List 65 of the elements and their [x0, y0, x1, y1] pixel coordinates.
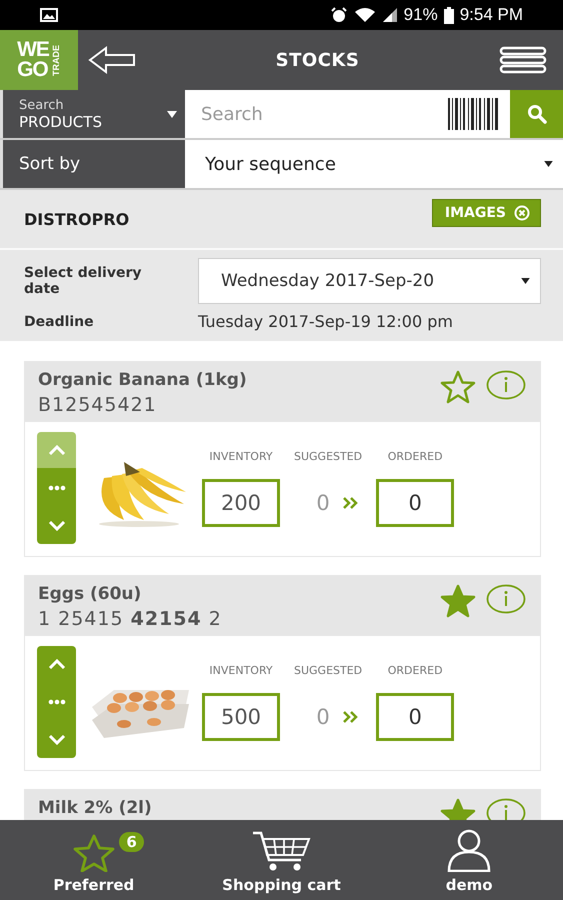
inventory-field[interactable]: 500 [202, 692, 280, 740]
battery-percent: 91% [404, 5, 438, 25]
chevron-down-icon [48, 735, 66, 745]
signal-icon [382, 7, 398, 23]
product-name: Milk 2% (2l) [38, 798, 153, 818]
ordered-field[interactable]: 0 [376, 692, 454, 740]
column-label: SUGGESTED [294, 664, 362, 676]
image-icon [40, 8, 58, 22]
inventory-field[interactable]: 200 [202, 478, 280, 526]
search-icon [526, 104, 546, 124]
double-chevron-icon[interactable] [342, 496, 360, 510]
column-label: ORDERED [388, 450, 443, 462]
caret-icon [544, 161, 553, 167]
suggested-value: 0 [316, 490, 330, 514]
account-tab[interactable]: demo [384, 820, 554, 900]
product-name: Eggs (60u) [38, 584, 142, 604]
clock: 9:54 PM [460, 5, 523, 25]
filled-star-icon[interactable] [440, 584, 476, 618]
column-label: ORDERED [388, 664, 443, 676]
caret-icon [167, 110, 177, 118]
more-icon [48, 485, 66, 491]
suggested-value: 0 [316, 704, 330, 728]
search-scope-dropdown[interactable]: Search PRODUCTS [0, 90, 185, 138]
wifi-icon [354, 7, 376, 23]
menu-icon[interactable] [499, 46, 547, 74]
delivery-date-label: Select delivery date [24, 265, 143, 297]
more-icon [48, 699, 66, 705]
close-icon [514, 205, 530, 221]
column-label: INVENTORY [209, 664, 273, 676]
cart-tab[interactable]: Shopping cart [196, 820, 366, 900]
product-code: 1 25415 42154 2 [38, 608, 223, 630]
star-icon[interactable] [440, 370, 476, 404]
column-label: INVENTORY [209, 450, 273, 462]
double-chevron-icon[interactable] [342, 710, 360, 724]
barcode-icon[interactable] [448, 98, 498, 130]
product-name: Organic Banana (1kg) [38, 370, 248, 390]
chevron-up-icon [48, 659, 66, 669]
search-field[interactable]: Search [199, 102, 448, 126]
alarm-icon [330, 7, 348, 23]
info-icon[interactable] [486, 370, 526, 400]
count-badge: 6 [119, 832, 144, 852]
move-up-button[interactable] [37, 646, 76, 682]
info-icon[interactable] [486, 584, 526, 614]
column-label: SUGGESTED [294, 450, 362, 462]
more-button[interactable] [37, 468, 76, 508]
product-code: B12545421 [38, 394, 158, 416]
caret-icon [521, 278, 530, 284]
deadline-value: Tuesday 2017-Sep-19 12:00 pm [198, 312, 453, 331]
move-down-button[interactable] [37, 722, 76, 758]
user-icon [446, 828, 492, 872]
back-arrow-icon[interactable] [88, 46, 136, 74]
delivery-date-dropdown[interactable]: Wednesday 2017-Sep-20 [198, 258, 541, 304]
search-button[interactable] [510, 90, 563, 138]
chevron-down-icon [48, 521, 66, 531]
deadline-label: Deadline [24, 314, 95, 330]
page-title: STOCKS [274, 50, 360, 70]
supplier-name: DISTROPRO [24, 210, 130, 228]
cart-icon [251, 830, 312, 872]
battery-icon [444, 6, 454, 24]
info-icon[interactable] [486, 798, 526, 820]
ordered-field[interactable]: 0 [376, 478, 454, 526]
sort-label: Sort by [0, 140, 185, 188]
move-down-button[interactable] [37, 508, 76, 544]
chevron-up-icon [48, 445, 66, 455]
preferred-tab[interactable]: 6 Preferred [8, 820, 179, 900]
